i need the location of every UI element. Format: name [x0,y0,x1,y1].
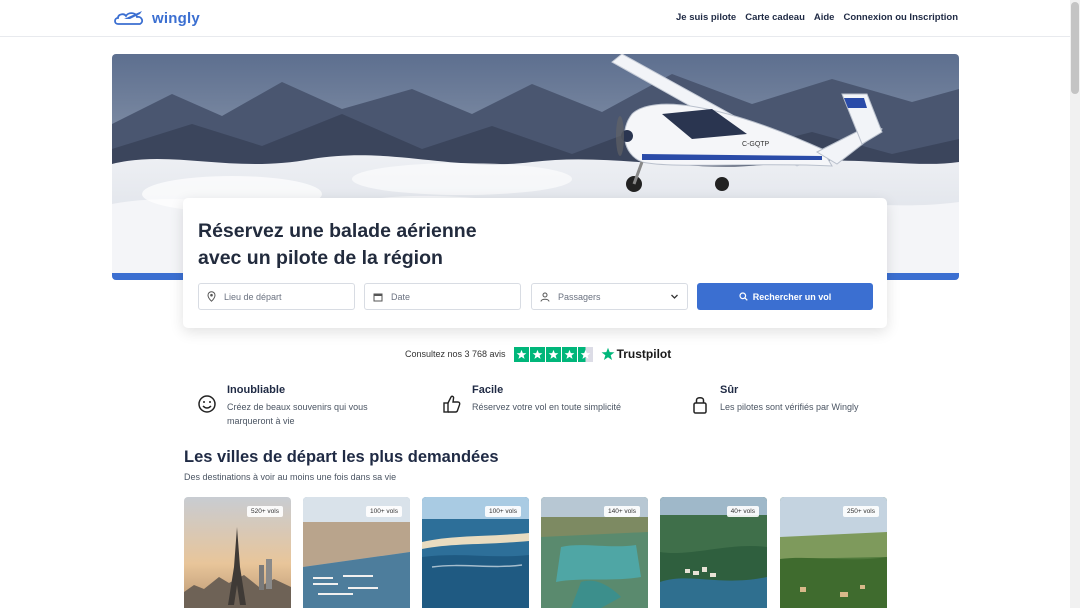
page-scrollbar[interactable] [1070,0,1080,608]
flights-count-badge: 100+ vols [484,506,521,517]
search-button[interactable]: Rechercher un vol [697,283,873,310]
logo-text: wingly [152,9,200,27]
feature-description: Réservez votre vol en toute simplicité [472,402,622,412]
person-icon [540,292,550,302]
cities-section-title: Les villes de départ les plus demandées [184,448,499,466]
thumbs-up-icon [443,395,461,413]
city-card-lagoon[interactable]: 140+ vols [541,497,648,608]
smile-icon [198,395,216,413]
star-icon [561,346,577,362]
calendar-icon [373,293,383,301]
feature-safe: Sûr Les pilotes sont vérifiés par Wingly [690,383,890,415]
flights-count-badge: 40+ vols [726,506,759,517]
city-card-coast[interactable]: 100+ vols [422,497,529,608]
feature-title: Inoubliable [227,384,286,396]
nav-pilot-link[interactable]: Je suis pilote [676,12,736,23]
trustpilot-brand: Trustpilot [616,347,672,361]
search-button-label: Rechercher un vol [752,291,832,302]
scrollbar-thumb[interactable] [1071,2,1079,94]
search-title-line2: avec un pilote de la région [198,247,443,269]
feature-title: Sûr [720,384,739,396]
feature-description: Les pilotes sont vérifiés par Wingly [720,402,859,412]
star-icon [545,346,561,362]
wingly-logo[interactable]: wingly [112,8,200,28]
nav-gift-card-link[interactable]: Carte cadeau [745,12,805,23]
passengers-value: Passagers [558,291,601,302]
search-title: Réservez une balade aérienne avec un pil… [198,218,618,272]
departure-placeholder: Lieu de départ [224,291,282,302]
nav-login-link[interactable]: Connexion ou Inscription [843,12,958,23]
passengers-select[interactable]: Passagers [531,283,688,310]
city-card-village[interactable]: 40+ vols [660,497,767,608]
half-star-icon [577,346,593,362]
trustpilot-stars [513,346,593,362]
star-icon [529,346,545,362]
nav-help-link[interactable]: Aide [814,12,835,23]
feature-easy: Facile Réservez votre vol en toute simpl… [442,383,642,415]
city-card-paris[interactable]: 520+ vols [184,497,291,608]
star-icon [513,346,529,362]
trustpilot-widget[interactable]: Consultez nos 3 768 avis Trustpilot [405,345,671,363]
trustpilot-reviews-text: Consultez nos 3 768 avis [405,349,506,359]
lock-icon [693,397,707,414]
plane-registration-label: C-GQTP [742,141,770,148]
cities-section-subtitle: Des destinations à voir au moins une foi… [184,472,397,482]
feature-unforgettable: Inoubliable Créez de beaux souvenirs qui… [197,383,387,428]
trustpilot-logo: Trustpilot [601,347,672,361]
main-nav: Je suis pilote Carte cadeau Aide Connexi… [676,12,958,23]
departure-field[interactable]: Lieu de départ [198,283,355,310]
flights-count-badge: 140+ vols [603,506,640,517]
flights-count-badge: 100+ vols [365,506,402,517]
search-icon [739,292,748,301]
date-field[interactable]: Date [364,283,521,310]
flights-count-badge: 520+ vols [246,506,283,517]
flights-count-badge: 250+ vols [842,506,879,517]
search-card: Réservez une balade aérienne avec un pil… [183,198,887,328]
feature-description: Créez de beaux souvenirs qui vous marque… [227,402,368,426]
city-card-forest[interactable]: 250+ vols [780,497,887,608]
top-header: wingly Je suis pilote Carte cadeau Aide … [0,0,1080,37]
location-pin-icon [207,291,216,302]
trustpilot-star-icon [601,347,615,361]
feature-title: Facile [472,384,504,396]
date-placeholder: Date [391,291,411,302]
chevron-down-icon [671,294,678,299]
city-card-cannes[interactable]: 100+ vols [303,497,410,608]
cloud-plane-logo-icon [114,11,144,25]
search-title-line1: Réservez une balade aérienne [198,220,477,242]
